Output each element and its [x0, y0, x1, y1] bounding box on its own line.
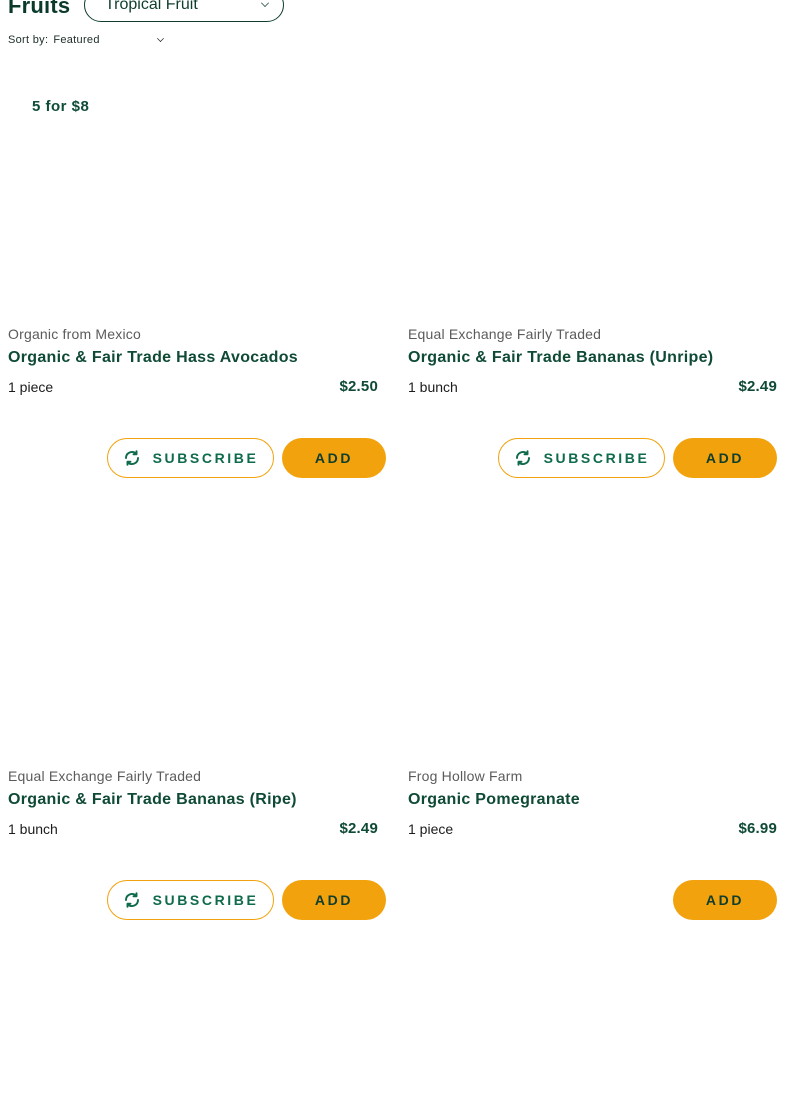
product-name[interactable]: Organic & Fair Trade Hass Avocados [8, 349, 378, 367]
add-button[interactable]: ADD [673, 438, 777, 478]
product-actions: ADD [673, 880, 777, 920]
product-listing-page: Fruits Tropical Fruit Sort by: Featured … [0, 0, 785, 1093]
chevron-down-icon [157, 35, 165, 42]
subcategory-select[interactable]: Tropical Fruit [84, 0, 284, 22]
product-meta: 1 bunch $2.49 [8, 820, 378, 837]
chevron-down-icon [261, 0, 269, 7]
sort-control[interactable]: Sort by: Featured [8, 34, 165, 46]
product-price: $2.50 [339, 378, 378, 395]
product-card[interactable]: Organic from Mexico Organic & Fair Trade… [8, 326, 386, 478]
sort-value: Featured [53, 34, 100, 46]
product-card[interactable]: Frog Hollow Farm Organic Pomegranate 1 p… [408, 768, 777, 920]
product-price: $6.99 [738, 820, 777, 837]
subcategory-select-value: Tropical Fruit [105, 0, 198, 13]
subscribe-label: SUBSCRIBE [152, 892, 259, 908]
product-meta: 1 piece $6.99 [408, 820, 777, 837]
refresh-icon [514, 449, 532, 467]
product-actions: SUBSCRIBE ADD [498, 438, 777, 478]
add-button[interactable]: ADD [282, 438, 386, 478]
product-name[interactable]: Organic & Fair Trade Bananas (Unripe) [408, 349, 777, 367]
product-name[interactable]: Organic & Fair Trade Bananas (Ripe) [8, 791, 378, 809]
refresh-icon [123, 891, 141, 909]
product-name[interactable]: Organic Pomegranate [408, 791, 777, 809]
subscribe-button[interactable]: SUBSCRIBE [107, 880, 274, 920]
product-price: $2.49 [339, 820, 378, 837]
product-brand: Equal Exchange Fairly Traded [408, 326, 602, 342]
product-brand: Frog Hollow Farm [408, 768, 523, 784]
subscribe-label: SUBSCRIBE [543, 450, 650, 466]
category-header: Fruits [8, 0, 70, 26]
subscribe-button[interactable]: SUBSCRIBE [498, 438, 665, 478]
product-price: $2.49 [738, 378, 777, 395]
promo-badge: 5 for $8 [32, 98, 90, 115]
product-quantity: 1 piece [408, 820, 454, 837]
subscribe-label: SUBSCRIBE [152, 450, 259, 466]
product-actions: SUBSCRIBE ADD [107, 438, 386, 478]
product-card[interactable]: Equal Exchange Fairly Traded Organic & F… [8, 768, 386, 920]
sort-label: Sort by: [8, 34, 49, 46]
refresh-icon [123, 449, 141, 467]
product-meta: 1 piece $2.50 [8, 378, 378, 395]
subscribe-button[interactable]: SUBSCRIBE [107, 438, 274, 478]
add-button[interactable]: ADD [673, 880, 777, 920]
product-quantity: 1 bunch [8, 820, 58, 837]
product-meta: 1 bunch $2.49 [408, 378, 777, 395]
product-brand: Organic from Mexico [8, 326, 141, 342]
product-quantity: 1 piece [8, 378, 54, 395]
category-title: Fruits [8, 0, 71, 18]
product-card[interactable]: Equal Exchange Fairly Traded Organic & F… [408, 326, 777, 478]
product-quantity: 1 bunch [408, 378, 458, 395]
product-brand: Equal Exchange Fairly Traded [8, 768, 202, 784]
product-actions: SUBSCRIBE ADD [107, 880, 386, 920]
add-button[interactable]: ADD [282, 880, 386, 920]
